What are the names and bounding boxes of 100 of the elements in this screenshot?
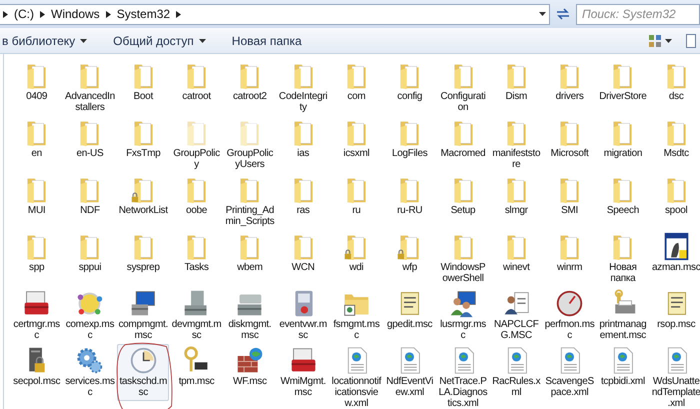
file-item[interactable]: Microsoft (544, 116, 596, 160)
file-item[interactable]: spool (650, 173, 700, 217)
file-item[interactable]: MUI (10, 173, 63, 217)
breadcrumb-item[interactable]: System32 (116, 5, 170, 23)
file-item[interactable]: icsxml (330, 116, 382, 160)
file-item[interactable]: NDF (64, 173, 116, 217)
file-item[interactable]: ras (277, 173, 330, 217)
file-item[interactable]: com (330, 59, 382, 103)
file-item[interactable]: eventvwr.msc (277, 287, 330, 342)
file-item[interactable]: NAPCLCFG.MSC (490, 287, 542, 342)
toolbar-button[interactable]: в библиотеку (0, 30, 90, 52)
breadcrumb-item[interactable]: Windows (51, 5, 100, 23)
file-item[interactable]: wbem (224, 230, 276, 274)
file-item[interactable]: manifeststore (490, 116, 542, 171)
file-item[interactable]: dsc (650, 59, 700, 103)
file-item[interactable]: GroupPolicyUsers (224, 116, 276, 171)
file-item[interactable]: services.msc (64, 344, 116, 399)
file-item[interactable]: Msdtc (650, 116, 700, 160)
file-item[interactable]: LogFiles (384, 116, 436, 160)
file-name: slmgr (504, 205, 529, 216)
file-item[interactable]: Dism (490, 59, 542, 103)
file-item[interactable]: Printing_Admin_Scripts (224, 173, 276, 228)
file-item[interactable]: WmiMgmt.msc (277, 344, 330, 399)
file-item[interactable]: comexp.msc (64, 287, 116, 342)
file-item[interactable]: SMI (544, 173, 596, 217)
toolbar-button[interactable]: Общий доступ (111, 30, 208, 52)
file-item[interactable]: migration (596, 116, 649, 160)
address-bar[interactable]: (C:) Windows System32 (0, 4, 550, 24)
toolbar-button[interactable]: Новая папка (230, 30, 304, 52)
file-item[interactable]: drivers (544, 59, 596, 103)
file-name: locationnotificationsview.xml (331, 376, 382, 409)
file-name: comexp.msc (64, 319, 115, 341)
file-item[interactable]: 0409 (10, 59, 63, 103)
file-item[interactable]: compmgmt.msc (117, 287, 170, 342)
file-item[interactable]: oobe (170, 173, 223, 217)
file-name: WF.msc (232, 376, 268, 387)
file-item[interactable]: certmgr.msc (10, 287, 63, 342)
file-item[interactable]: FxsTmp (117, 116, 170, 160)
file-name: Dism (504, 91, 528, 102)
file-item[interactable]: NetTrace.PLA.Diagnostics.xml (437, 344, 490, 409)
file-name: en-US (76, 148, 104, 159)
file-item[interactable]: Speech (596, 173, 649, 217)
search-field[interactable]: Поиск: System32 (576, 4, 700, 24)
file-item[interactable]: ScavengeSpace.xml (544, 344, 596, 399)
file-item[interactable]: taskschd.msc (117, 344, 170, 401)
file-item[interactable]: ias (277, 116, 330, 160)
file-item[interactable]: AdvancedInstallers (64, 59, 116, 114)
file-item[interactable]: wfp (384, 230, 436, 274)
file-item[interactable]: azman.msc (650, 230, 700, 274)
file-item[interactable]: WindowsPowerShell (437, 230, 490, 285)
file-item[interactable]: WdsUnattendTemplate.xml (650, 344, 700, 409)
file-item[interactable]: en-US (64, 116, 116, 160)
file-item[interactable]: Новая папка (596, 230, 649, 285)
file-item[interactable]: WF.msc (224, 344, 276, 388)
file-item[interactable]: diskmgmt.msc (224, 287, 276, 342)
file-item[interactable]: NetworkList (117, 173, 170, 217)
file-item[interactable]: slmgr (490, 173, 542, 217)
file-item[interactable]: Boot (117, 59, 170, 103)
file-item[interactable]: fsmgmt.msc (330, 287, 382, 342)
file-name: SMI (560, 205, 580, 216)
file-item[interactable]: perfmon.msc (544, 287, 596, 342)
file-item[interactable]: Tasks (170, 230, 223, 274)
file-item[interactable]: tpm.msc (170, 344, 223, 388)
file-item[interactable]: winrm (544, 230, 596, 274)
file-item[interactable]: ru-RU (384, 173, 436, 217)
file-item[interactable]: rsop.msc (650, 287, 700, 331)
file-item[interactable]: catroot (170, 59, 223, 103)
file-item[interactable]: WCN (277, 230, 330, 274)
file-name: NetTrace.PLA.Diagnostics.xml (438, 376, 488, 409)
file-item[interactable]: en (10, 116, 63, 160)
file-item[interactable]: DriverStore (596, 59, 649, 103)
file-item[interactable]: NdfEventView.xml (384, 344, 436, 399)
file-name: certmgr.msc (12, 319, 61, 341)
file-item[interactable]: printmanagement.msc (596, 287, 649, 342)
file-item[interactable]: config (384, 59, 436, 103)
file-item[interactable]: secpol.msc (10, 344, 63, 388)
file-name: NdfEventView.xml (385, 376, 434, 398)
file-item[interactable]: CodeIntegrity (277, 59, 330, 114)
file-name: MUI (26, 205, 46, 216)
file-item[interactable]: sppui (64, 230, 116, 274)
file-item[interactable]: gpedit.msc (384, 287, 436, 331)
file-item[interactable]: wdi (330, 230, 382, 274)
file-item[interactable]: devmgmt.msc (170, 287, 223, 342)
file-item[interactable]: catroot2 (224, 59, 276, 103)
file-item[interactable]: RacRules.xml (490, 344, 542, 399)
file-item[interactable]: sysprep (117, 230, 170, 274)
file-item[interactable]: tcpbidi.xml (596, 344, 649, 388)
file-item[interactable]: Macromed (437, 116, 490, 160)
file-item[interactable]: lusrmgr.msc (437, 287, 490, 342)
file-item[interactable]: ru (330, 173, 382, 217)
file-item[interactable]: Configuration (437, 59, 490, 114)
file-item[interactable]: spp (10, 230, 63, 274)
file-name: sysprep (126, 262, 161, 273)
breadcrumb-item[interactable]: (C:) (14, 5, 34, 23)
file-item[interactable]: winevt (490, 230, 542, 274)
file-item[interactable]: GroupPolicy (170, 116, 223, 171)
file-item[interactable]: Setup (437, 173, 490, 217)
file-name: NDF (79, 205, 101, 216)
file-name: winevt (502, 262, 531, 273)
file-item[interactable]: locationnotificationsview.xml (330, 344, 382, 409)
